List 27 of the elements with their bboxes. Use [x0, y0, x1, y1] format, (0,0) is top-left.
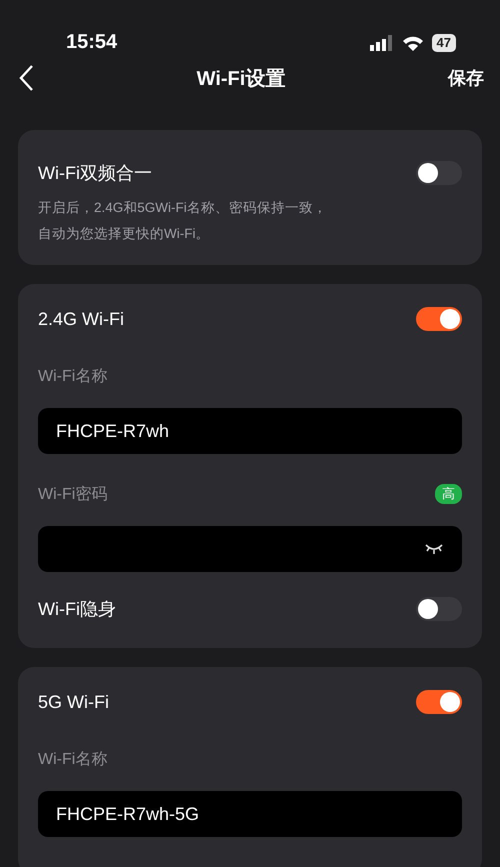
save-button[interactable]: 保存 [448, 66, 484, 90]
toggle-switch[interactable] [416, 161, 462, 185]
signal-icon [370, 35, 394, 51]
eye-closed-icon[interactable] [424, 542, 444, 556]
description-text: 自动为您选择更快的Wi-Fi。 [38, 225, 210, 243]
status-time: 15:54 [66, 31, 118, 54]
input-field[interactable]: FHCPE-R7wh [38, 408, 462, 454]
field-value: FHCPE-R7wh-5G [56, 804, 200, 824]
section-title: Wi-Fi双频合一 [38, 162, 152, 185]
setting-label: Wi-Fi隐身 [38, 598, 116, 621]
field-value: FHCPE-R7wh [56, 420, 170, 442]
toggle-switch[interactable] [416, 690, 462, 714]
field-label: Wi-Fi名称 [38, 366, 108, 386]
field-label: Wi-Fi名称 [38, 750, 108, 770]
toggle-switch[interactable] [416, 597, 462, 621]
battery-icon: 47 [432, 34, 456, 52]
input-field[interactable]: FHCPE-R7wh-5G [38, 791, 462, 837]
field-label: Wi-Fi密码 [38, 484, 108, 504]
section-title: 2.4G Wi-Fi [38, 308, 124, 330]
toggle-switch[interactable] [416, 307, 462, 331]
wifi-icon [402, 35, 424, 51]
strength-badge: 高 [435, 484, 462, 504]
description-text: 开启后，2.4G和5GWi-Fi名称、密码保持一致， [38, 199, 328, 217]
input-field[interactable] [38, 526, 462, 572]
page-title: Wi-Fi设置 [196, 66, 286, 92]
section-title: 5G Wi-Fi [38, 692, 109, 712]
back-button[interactable] [18, 64, 34, 92]
